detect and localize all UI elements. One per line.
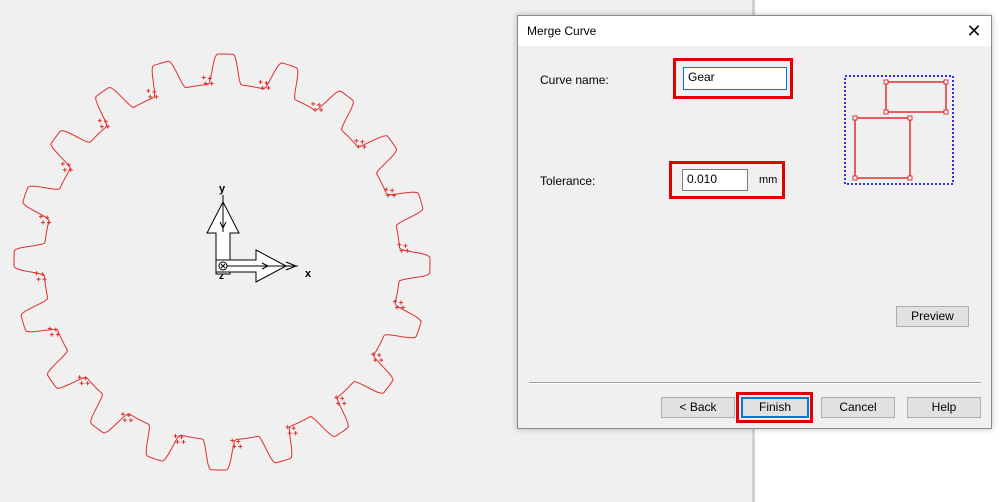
tolerance-label: Tolerance: (540, 174, 596, 188)
merge-rectangles-icon (844, 75, 954, 185)
cancel-button[interactable]: Cancel (821, 397, 895, 418)
curve-name-input[interactable]: Gear (683, 67, 787, 90)
curve-point-marker (97, 118, 110, 129)
merge-curve-dialog: Merge Curve ✕ Curve name: Gear Tolerance… (517, 15, 992, 429)
finish-button[interactable]: Finish (741, 397, 809, 418)
curve-point-marker (146, 88, 159, 99)
dialog-separator (529, 382, 981, 384)
y-axis-label: y (219, 183, 226, 195)
preview-button[interactable]: Preview (896, 306, 969, 327)
curve-point-marker (354, 138, 367, 149)
tolerance-unit: mm (759, 174, 778, 186)
axis-triad: y x z (206, 183, 312, 283)
close-icon[interactable]: ✕ (957, 16, 991, 46)
back-button[interactable]: < Back (661, 397, 735, 418)
x-axis-label: x (305, 268, 312, 280)
curve-point-marker (392, 299, 405, 310)
dialog-titlebar[interactable]: Merge Curve ✕ (518, 16, 991, 46)
curve-point-marker (39, 214, 52, 225)
curve-name-label: Curve name: (540, 73, 609, 87)
curve-point-marker (334, 395, 347, 406)
curve-point-marker (371, 352, 384, 363)
help-button[interactable]: Help (907, 397, 981, 418)
curve-point-marker (201, 75, 214, 86)
z-axis-label: z (219, 271, 224, 282)
curve-point-marker (285, 425, 298, 436)
dialog-title: Merge Curve (527, 24, 597, 38)
tolerance-input[interactable]: 0.010 (682, 169, 748, 191)
curve-point-marker (77, 375, 90, 386)
